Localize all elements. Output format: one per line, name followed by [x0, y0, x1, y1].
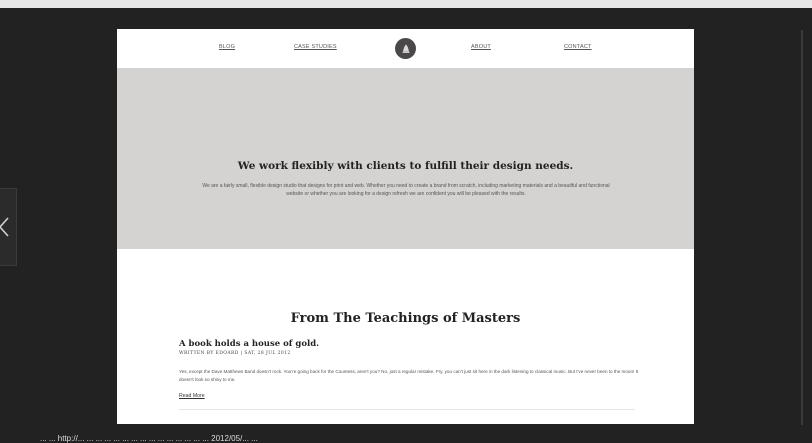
previous-slide-button[interactable]: [0, 188, 17, 266]
nav-link-case-studies[interactable]: CASE STUDIES: [294, 44, 337, 50]
read-more-link[interactable]: Read More: [179, 393, 205, 399]
bell-logo-icon[interactable]: [395, 38, 416, 59]
nav-link-contact[interactable]: CONTACT: [564, 44, 592, 50]
post-title[interactable]: A book holds a house of gold.: [179, 339, 319, 349]
hero-banner: We work flexibly with clients to fulfill…: [117, 68, 694, 249]
image-caption: ... ... http://... ... ... ... ... ... .…: [40, 434, 258, 443]
nav-link-blog[interactable]: BLOG: [219, 44, 235, 50]
post-divider: [179, 409, 635, 410]
post-excerpt: Yes, except the Dave Matthews Band doesn…: [179, 369, 639, 382]
hero-title: We work flexibly with clients to fulfill…: [237, 160, 574, 172]
hero-description: We are a fairly small, flexible design s…: [202, 183, 610, 197]
nav-link-about[interactable]: ABOUT: [471, 44, 491, 50]
section-title: From The Teachings of Masters: [290, 311, 521, 326]
top-strip: [0, 0, 812, 8]
screenshot-slide: BLOG CASE STUDIES ABOUT CONTACT We work …: [117, 29, 694, 424]
top-navigation: BLOG CASE STUDIES ABOUT CONTACT: [117, 29, 694, 68]
next-slide-edge[interactable]: [801, 30, 803, 425]
post-meta: WRITTEN BY EDOARD | SAT, 28 JUL 2012: [179, 351, 291, 356]
bell-shape: [402, 44, 409, 53]
chevron-left-icon: [0, 217, 9, 237]
